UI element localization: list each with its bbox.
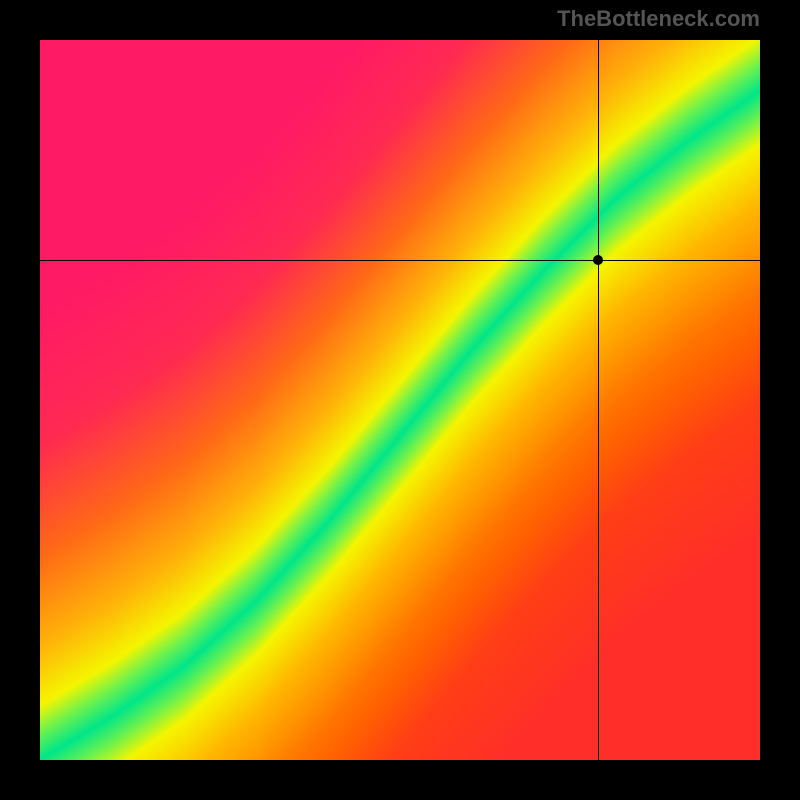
crosshair-vertical bbox=[598, 40, 599, 760]
heatmap-canvas bbox=[40, 40, 760, 760]
watermark-text: TheBottleneck.com bbox=[557, 6, 760, 32]
selection-marker bbox=[593, 255, 603, 265]
heatmap-plot bbox=[40, 40, 760, 760]
crosshair-horizontal bbox=[40, 260, 760, 261]
